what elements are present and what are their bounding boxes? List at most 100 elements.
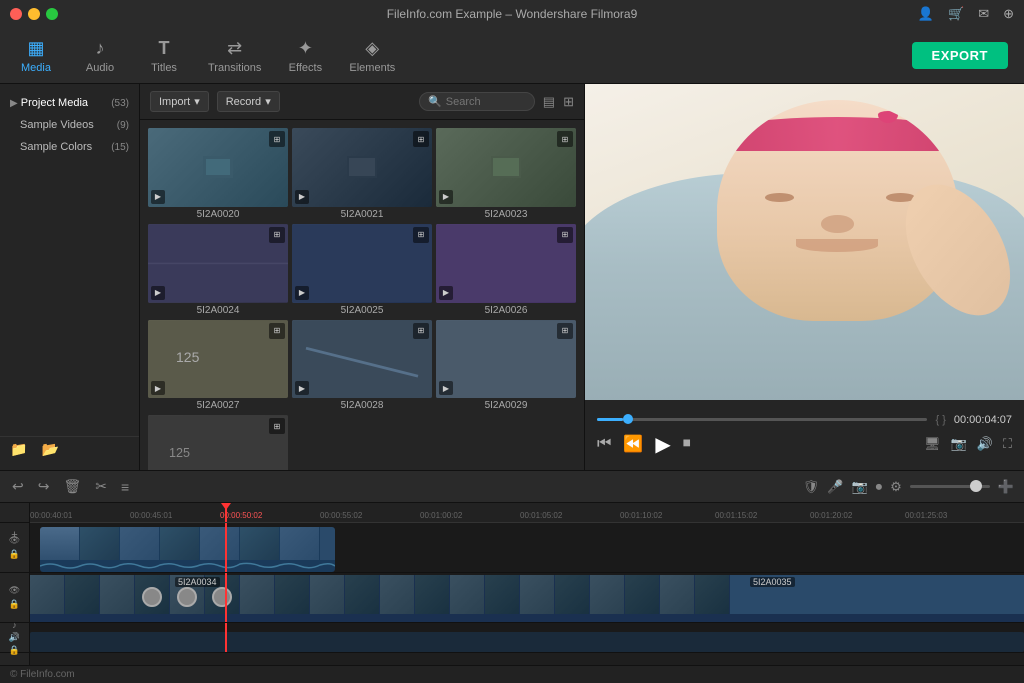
media-panel: Import ▾ Record ▾ 🔍 ▤ ⊞ ⊞ — [140, 84, 584, 470]
toolbar-audio[interactable]: ♪ Audio — [80, 38, 120, 74]
undo-button[interactable]: ↩ — [10, 478, 26, 495]
timecode-display: 00:00:04:07 — [954, 414, 1012, 426]
stop-button[interactable]: ⏹ — [683, 435, 691, 453]
toolbar-effects[interactable]: ✦ Effects — [285, 38, 325, 74]
sidebar-item-sample-videos[interactable]: Sample Videos (9) — [0, 114, 139, 136]
thumbnail-label: 5I2A0020 — [197, 209, 240, 220]
redo-button[interactable]: ↪ — [36, 478, 52, 495]
list-item[interactable]: ⊞ ▶ 5I2A0021 — [292, 128, 432, 220]
thumbnail-badge: ⊞ — [413, 131, 429, 147]
add-media-folder-icon[interactable]: 📁 — [10, 441, 27, 458]
sidebar-item-sample-colors[interactable]: Sample Colors (15) — [0, 136, 139, 158]
export-button[interactable]: EXPORT — [912, 42, 1008, 69]
zoom-icon[interactable]: ⊕ — [1003, 6, 1014, 22]
thumbnail-badge: ⊞ — [557, 323, 573, 339]
sample-colors-label: Sample Colors — [20, 141, 92, 153]
fullscreen-icon[interactable]: ⛶ — [1003, 436, 1012, 452]
thumbnail-badge: ⊞ — [269, 323, 285, 339]
sample-videos-label: Sample Videos — [20, 119, 94, 131]
toolbar-media[interactable]: ▦ Media — [16, 38, 56, 74]
list-item[interactable]: ⊞ ▶ 5I2A0023 — [436, 128, 576, 220]
thumbnail-play-icon: ▶ — [151, 190, 165, 204]
sidebar-item-project-media[interactable]: ▶ Project Media (53) — [0, 92, 139, 114]
toolbar-titles[interactable]: T Titles — [144, 38, 184, 74]
list-item[interactable]: ⊞ ▶ 5I2A0026 — [436, 224, 576, 316]
video-clip-long[interactable]: 5I2A0034 5I2A0035 — [30, 575, 1024, 619]
footer: © FileInfo.com — [0, 665, 1024, 683]
minimize-button[interactable] — [28, 8, 40, 20]
record-dropdown[interactable]: Record ▾ — [217, 91, 280, 112]
progress-bar-area: { } 00:00:04:07 — [597, 414, 1012, 426]
add-track-button[interactable]: + — [11, 529, 17, 541]
adjust-button[interactable]: ≡ — [119, 479, 131, 495]
list-item[interactable]: ⊞ ▶ 5I2A0028 — [292, 320, 432, 412]
record-label: Record — [226, 96, 261, 108]
progress-knob[interactable] — [623, 414, 633, 424]
timeline-section: ↩ ↪ 🗑 ✂ ≡ 🛡 🎤 📷 ⏺ ⚙ ➕ + 👁 🔒 — [0, 470, 1024, 665]
svg-text:125: 125 — [176, 349, 200, 365]
delete-button[interactable]: 🗑 — [61, 478, 83, 495]
list-item[interactable]: ⊞ ▶ 5I2A0020 — [148, 128, 288, 220]
ruler-label: 00:01:25:03 — [905, 511, 947, 520]
toolbar-elements[interactable]: ◈ Elements — [349, 38, 395, 74]
volume-icon[interactable]: 🔊 — [977, 436, 993, 452]
screenshot-icon[interactable]: 📷 — [951, 436, 967, 452]
list-item[interactable]: ⊞ ▶ 5I2A0024 — [148, 224, 288, 316]
main-toolbar: ▦ Media ♪ Audio T Titles ⇄ Transitions ✦… — [0, 28, 1024, 84]
ruler-label: 00:00:45:01 — [130, 511, 172, 520]
zoom-slider[interactable] — [910, 485, 990, 488]
effects-icon: ✦ — [298, 38, 313, 59]
shield-icon[interactable]: 🛡 — [803, 479, 820, 495]
eye-icon-2[interactable]: 👁 — [9, 585, 20, 596]
ruler-label: 00:01:05:02 — [520, 511, 562, 520]
traffic-lights — [10, 8, 58, 20]
search-input[interactable] — [446, 96, 526, 108]
thumbnail-play-icon: ▶ — [439, 381, 453, 395]
close-button[interactable] — [10, 8, 22, 20]
filter-icon[interactable]: ▤ — [543, 94, 555, 110]
brackets-left: { } — [935, 414, 945, 426]
search-icon: 🔍 — [428, 95, 442, 108]
thumbnail-label: 5I2A0027 — [197, 400, 240, 411]
audio-label: Audio — [86, 62, 114, 74]
import-dropdown[interactable]: Import ▾ — [150, 91, 209, 112]
import-label: Import — [159, 96, 190, 108]
cart-icon[interactable]: 🛒 — [948, 6, 964, 22]
ruler-label: 00:01:15:02 — [715, 511, 757, 520]
music-icon[interactable]: ♪ — [12, 620, 17, 630]
music-clip[interactable] — [30, 632, 1024, 652]
lock-icon[interactable]: 🔒 — [9, 549, 20, 560]
skip-start-button[interactable]: ⏮ — [597, 435, 611, 453]
settings-icon[interactable]: ⚙ — [890, 479, 902, 495]
thumbnail-badge: ⊞ — [269, 131, 285, 147]
step-back-button[interactable]: ⏪ — [623, 434, 643, 454]
record-icon[interactable]: ⏺ — [876, 479, 883, 495]
play-button[interactable]: ▶ — [655, 432, 670, 457]
search-box[interactable]: 🔍 — [419, 92, 535, 111]
lock-icon-3[interactable]: 🔒 — [9, 645, 20, 656]
add-folder-icon[interactable]: 📂 — [41, 441, 58, 458]
thumbnail-play-icon: ▶ — [439, 190, 453, 204]
list-item[interactable]: 125 ⊞ ▶ 5I2A0030 — [148, 415, 288, 470]
microphone-icon[interactable]: 🎤 — [827, 479, 843, 495]
maximize-button[interactable] — [46, 8, 58, 20]
person-icon[interactable]: 👤 — [918, 6, 934, 22]
toolbar-transitions[interactable]: ⇄ Transitions — [208, 38, 261, 74]
list-item[interactable]: 125 ⊞ ▶ 5I2A0027 — [148, 320, 288, 412]
lock-icon-2[interactable]: 🔒 — [9, 599, 20, 610]
volume-small-icon[interactable]: 🔊 — [9, 632, 20, 643]
preview-controls: { } 00:00:04:07 ⏮ ⏪ ▶ ⏹ 🖥 📷 🔊 ⛶ — [585, 400, 1024, 470]
grid-view-icon[interactable]: ⊞ — [563, 94, 574, 110]
list-item[interactable]: ⊞ ▶ 5I2A0029 — [436, 320, 576, 412]
timeline-toolbar: ↩ ↪ 🗑 ✂ ≡ 🛡 🎤 📷 ⏺ ⚙ ➕ — [0, 471, 1024, 503]
progress-bar[interactable] — [597, 418, 927, 421]
clip-label-35: 5I2A0035 — [750, 577, 795, 587]
zoom-out-icon[interactable]: ➕ — [998, 479, 1014, 495]
camera-icon[interactable]: 📷 — [851, 479, 867, 495]
zoom-knob[interactable] — [970, 480, 982, 492]
mail-icon[interactable]: ✉ — [978, 6, 989, 22]
list-item[interactable]: ⊞ ▶ 5I2A0025 — [292, 224, 432, 316]
record-chevron-icon: ▾ — [265, 95, 271, 108]
monitor-icon[interactable]: 🖥 — [924, 436, 941, 452]
cut-button[interactable]: ✂ — [93, 478, 109, 495]
